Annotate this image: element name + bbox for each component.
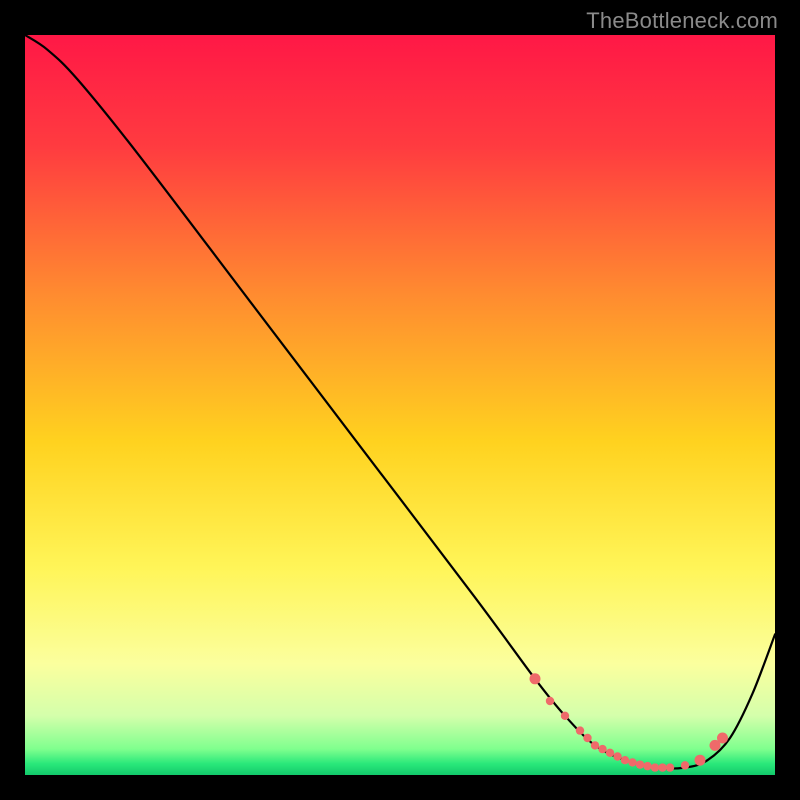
marker-point — [530, 673, 541, 684]
marker-point — [613, 752, 621, 760]
marker-point — [606, 749, 614, 757]
marker-point — [628, 758, 636, 766]
marker-point — [546, 697, 554, 705]
curve-layer — [25, 35, 775, 775]
bottleneck-curve — [25, 35, 775, 769]
marker-point — [591, 741, 599, 749]
marker-point — [651, 763, 659, 771]
watermark-label: TheBottleneck.com — [586, 8, 778, 34]
marker-point — [561, 712, 569, 720]
marker-point — [658, 763, 666, 771]
marker-point — [636, 760, 644, 768]
marker-point — [695, 755, 706, 766]
marker-point — [717, 733, 728, 744]
marker-point — [621, 756, 629, 764]
plot-area — [25, 35, 775, 775]
chart-container: TheBottleneck.com — [0, 0, 800, 800]
highlight-markers — [530, 673, 729, 772]
marker-point — [681, 761, 689, 769]
marker-point — [583, 734, 591, 742]
marker-point — [666, 763, 674, 771]
marker-point — [643, 762, 651, 770]
marker-point — [598, 745, 606, 753]
marker-point — [576, 726, 584, 734]
